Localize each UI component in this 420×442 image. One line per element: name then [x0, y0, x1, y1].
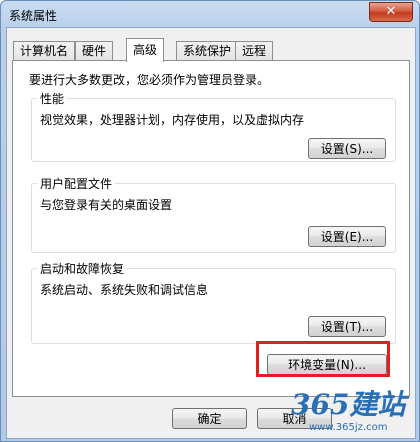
performance-description: 视觉效果，处理器计划，内存使用，以及虚拟内存: [40, 113, 305, 127]
admin-notice: 要进行大多数更改，您必须作为管理员登录。: [29, 73, 270, 87]
performance-title: 性能: [37, 90, 68, 107]
ok-button[interactable]: 确定: [172, 408, 247, 429]
user-profiles-title: 用户配置文件: [37, 175, 116, 192]
performance-settings-button[interactable]: 设置(S)...: [308, 138, 386, 159]
site-watermark: 365建站 www.365jz.com: [289, 384, 409, 437]
dialog-client-area: 计算机名 硬件 高级 系统保护 远程 要进行大多数更改，您必须作为管理员登录。 …: [6, 27, 416, 439]
window-title: 系统属性: [9, 9, 58, 23]
tab-remote[interactable]: 远程: [235, 41, 274, 61]
startup-recovery-title: 启动和故障恢复: [37, 260, 128, 277]
tab-system-protection[interactable]: 系统保护: [176, 41, 239, 61]
watermark-logo-text: 365建站: [291, 388, 409, 421]
startup-recovery-settings-button[interactable]: 设置(T)...: [308, 316, 386, 337]
watermark-logo: 365建站 www.365jz.com: [291, 388, 409, 433]
tab-hardware[interactable]: 硬件: [75, 41, 114, 61]
tab-computer-name[interactable]: 计算机名: [13, 41, 76, 61]
user-profiles-description: 与您登录有关的桌面设置: [40, 198, 173, 212]
title-bar[interactable]: 系统属性 ✕: [1, 1, 419, 27]
startup-recovery-group: 启动和故障恢复 系统启动、系统失败和调试信息 设置(T)...: [31, 260, 396, 344]
watermark-url: www.365jz.com: [309, 422, 387, 433]
close-button[interactable]: ✕: [369, 2, 413, 22]
annotation-highlight-box: [256, 341, 390, 377]
tab-advanced[interactable]: 高级: [126, 38, 165, 62]
startup-recovery-description: 系统启动、系统失败和调试信息: [40, 283, 209, 297]
system-properties-window: 系统属性 ✕ 计算机名 硬件 高级 系统保护 远程 要进行大多数更改，您必须作为…: [0, 0, 420, 442]
user-profiles-group: 用户配置文件 与您登录有关的桌面设置 设置(E)...: [31, 175, 396, 253]
user-profiles-settings-button[interactable]: 设置(E)...: [308, 226, 386, 247]
performance-group: 性能 视觉效果，处理器计划，内存使用，以及虚拟内存 设置(S)...: [31, 90, 396, 162]
